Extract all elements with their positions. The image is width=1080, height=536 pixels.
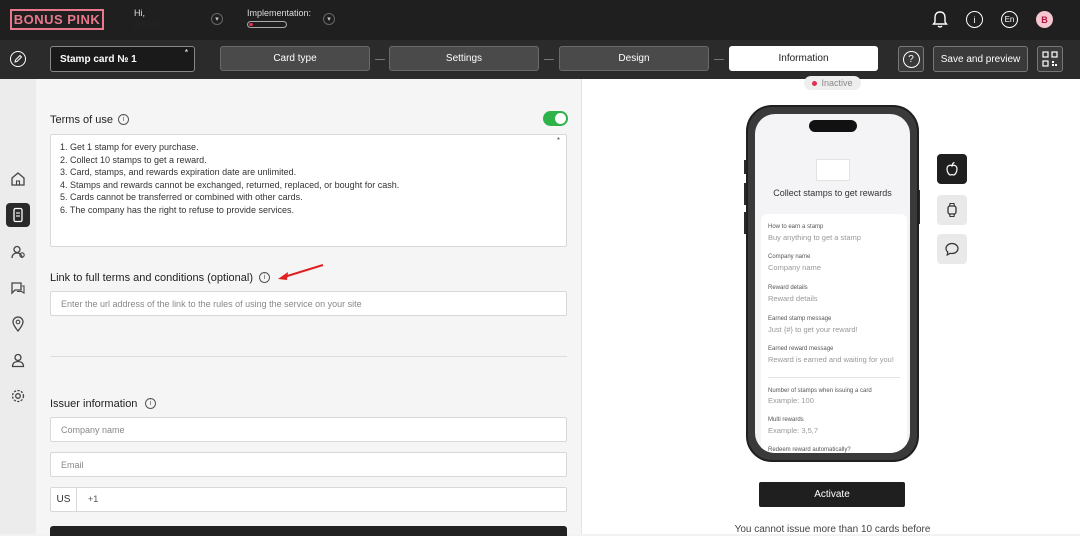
submit-button[interactable] <box>50 526 567 536</box>
card-icon[interactable] <box>6 203 30 227</box>
info-icon[interactable]: i <box>118 114 129 125</box>
field-value: Company name <box>768 263 821 272</box>
avatar[interactable]: B <box>1036 11 1053 28</box>
phone-screen: Collect stamps to get rewards How to ear… <box>755 114 910 453</box>
info-icon[interactable]: i <box>145 398 156 409</box>
watch-icon <box>947 202 957 218</box>
card-back-fields: How to earn a stamp Buy anything to get … <box>761 214 907 453</box>
stamp-card-image <box>816 159 850 181</box>
field-label: Redeem reward automatically? <box>768 447 851 453</box>
country-code-select[interactable]: US <box>51 488 77 511</box>
phone-field[interactable]: US +1 <box>50 487 567 512</box>
field-label: Earned reward message <box>768 346 834 352</box>
issuer-label: Issuer information <box>50 398 138 410</box>
terms-textarea[interactable]: 1. Get 1 stamp for every purchase. 2. Co… <box>50 134 567 247</box>
field-value: Buy anything to get a stamp <box>768 233 861 242</box>
step-divider <box>375 59 385 60</box>
chat-icon <box>945 242 959 257</box>
card-name-input[interactable]: Stamp card № 1 * <box>50 46 195 72</box>
tab-settings[interactable]: Settings <box>389 46 539 71</box>
field-label: How to earn a stamp <box>768 224 824 230</box>
status-dot <box>812 80 818 86</box>
section-divider <box>50 356 567 357</box>
dial-code: +1 <box>88 494 99 504</box>
question-icon: ? <box>902 50 920 68</box>
qr-code-icon <box>1042 51 1058 67</box>
chat-icon[interactable] <box>6 276 30 300</box>
phone-notch <box>809 120 857 132</box>
annotation-arrow-icon <box>278 264 324 280</box>
implementation-progress <box>247 21 287 28</box>
tab-information[interactable]: Information <box>729 46 878 71</box>
email-field[interactable]: Email <box>50 452 567 477</box>
users-icon[interactable] <box>6 240 30 264</box>
field-separator <box>768 377 900 378</box>
edit-icon[interactable] <box>10 51 26 67</box>
message-button[interactable] <box>937 234 967 264</box>
bell-icon[interactable] <box>931 10 949 29</box>
chevron-down-icon[interactable]: ▾ <box>323 13 335 25</box>
link-url-input[interactable]: Enter the url address of the link to the… <box>50 291 567 316</box>
apple-icon <box>946 161 958 176</box>
sidebar <box>0 79 36 534</box>
field-value: Reward details <box>768 294 818 303</box>
watch-button[interactable] <box>937 195 967 225</box>
card-headline: Collect stamps to get rewards <box>773 188 892 198</box>
field-label: Earned stamp message <box>768 316 832 322</box>
terms-toggle[interactable] <box>543 111 568 126</box>
terms-line: 6. The company has the right to refuse t… <box>60 204 294 215</box>
field-label: Number of stamps when issuing a card <box>768 388 872 394</box>
tab-card-type[interactable]: Card type <box>220 46 370 71</box>
info-icon[interactable]: i <box>259 272 270 283</box>
issue-limit-note: You cannot issue more than 10 cards befo… <box>734 524 931 535</box>
user-icon[interactable] <box>6 348 30 372</box>
implementation-label: Implementation: <box>247 8 312 18</box>
link-label: Link to full terms and conditions (optio… <box>50 272 253 284</box>
apple-wallet-button[interactable] <box>937 154 967 184</box>
field-label: Multi rewards <box>768 417 804 423</box>
terms-line: 4. Stamps and rewards cannot be exchange… <box>60 179 400 190</box>
company-name-input[interactable]: Company name <box>50 417 567 442</box>
activate-button[interactable]: Activate <box>759 482 905 507</box>
info-icon[interactable]: i <box>966 11 983 28</box>
language-switch[interactable]: En <box>1001 11 1018 28</box>
step-divider <box>714 59 724 60</box>
status-badge: Inactive <box>804 76 861 90</box>
greeting: Hi, <box>134 8 145 18</box>
implementation-progress-fill <box>249 23 253 26</box>
tab-design[interactable]: Design <box>559 46 709 71</box>
user-name[interactable]: DEMO <box>134 20 164 31</box>
gear-icon[interactable] <box>6 384 30 408</box>
qr-code-button[interactable] <box>1037 46 1063 72</box>
field-label: Company name <box>768 254 811 260</box>
terms-line: 2. Collect 10 stamps to get a reward. <box>60 154 207 165</box>
save-and-preview-button[interactable]: Save and preview <box>933 46 1028 72</box>
field-value: Just {#} to get your reward! <box>768 325 858 334</box>
brand-logo[interactable]: BONUS PINK <box>10 9 104 30</box>
chevron-down-icon[interactable]: ▾ <box>211 13 223 25</box>
phone-mockup: Collect stamps to get rewards How to ear… <box>746 105 919 462</box>
required-marker: * <box>184 48 188 57</box>
help-button[interactable]: ? <box>898 46 924 72</box>
terms-line: 3. Card, stamps, and rewards expiration … <box>60 167 297 177</box>
step-divider <box>544 59 554 60</box>
terms-label: Terms of use <box>50 114 113 126</box>
home-icon[interactable] <box>6 167 30 191</box>
field-value: Example: 100 <box>768 396 814 405</box>
terms-line: 1. Get 1 stamp for every purchase. <box>60 142 199 152</box>
field-value: Example: 3,5,7 <box>768 426 819 435</box>
terms-line: 5. Cards cannot be transferred or combin… <box>60 192 303 202</box>
location-icon[interactable] <box>6 312 30 336</box>
required-marker: * <box>556 136 560 145</box>
field-value: Reward is earned and waiting for you! <box>768 355 894 364</box>
field-label: Reward details <box>768 285 808 291</box>
